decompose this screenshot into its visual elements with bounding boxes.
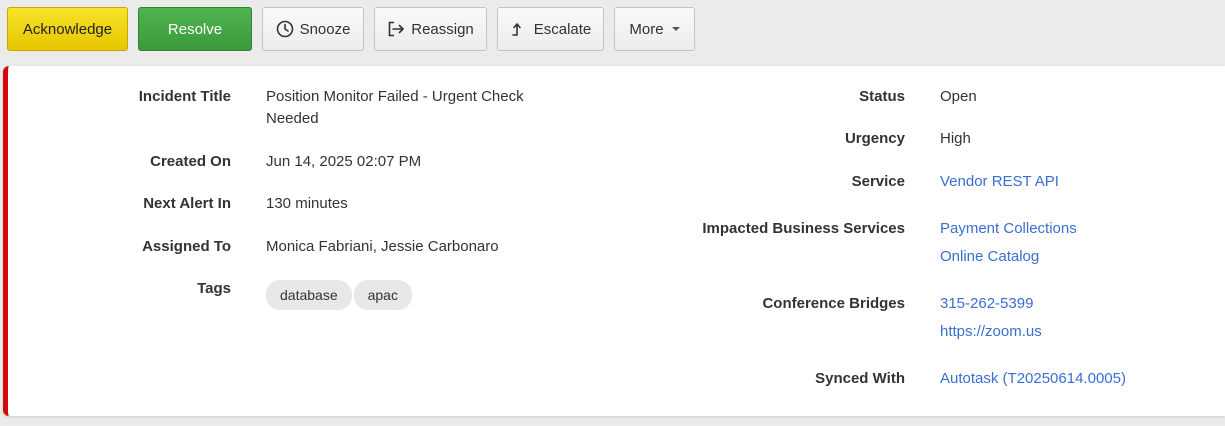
next-alert-value: 130 minutes (266, 195, 348, 212)
service-link[interactable]: Vendor REST API (940, 171, 1059, 193)
incident-details-panel: Incident Title Position Monitor Failed -… (3, 66, 1225, 416)
action-toolbar: Acknowledge Resolve Snooze Reassign Esca… (7, 7, 695, 51)
resolve-button[interactable]: Resolve (138, 7, 252, 51)
impacted-service-link[interactable]: Online Catalog (940, 246, 1039, 268)
tag-database[interactable]: database (266, 280, 352, 310)
synced-with-link[interactable]: Autotask (T20250614.0005) (940, 368, 1126, 390)
escalate-button[interactable]: Escalate (497, 7, 604, 51)
conference-bridge-phone-link[interactable]: 315-262-5399 (940, 293, 1033, 315)
status-label: Status (859, 88, 905, 105)
caret-down-icon (671, 27, 680, 31)
tags-list: database apac (266, 280, 414, 310)
urgency-label: Urgency (844, 130, 905, 147)
snooze-label: Snooze (299, 20, 351, 38)
created-on-label: Created On (150, 153, 231, 170)
assigned-to-value: Monica Fabriani, Jessie Carbonaro (266, 238, 499, 255)
service-label: Service (851, 173, 905, 190)
synced-with-label: Synced With (815, 370, 905, 387)
reassign-label: Reassign (411, 20, 474, 38)
acknowledge-button[interactable]: Acknowledge (7, 7, 128, 51)
reassign-arrow-icon (387, 20, 405, 38)
next-alert-label: Next Alert In (143, 195, 231, 212)
assigned-to-label: Assigned To (142, 238, 231, 255)
incident-title-label: Incident Title (138, 88, 231, 105)
snooze-button[interactable]: Snooze (262, 7, 364, 51)
created-on-value: Jun 14, 2025 02:07 PM (266, 153, 422, 170)
conference-bridges-label: Conference Bridges (762, 295, 905, 312)
conference-bridge-url-link[interactable]: https://zoom.us (940, 321, 1042, 343)
tag-apac[interactable]: apac (353, 280, 412, 310)
clock-icon (276, 20, 294, 38)
escalate-label: Escalate (533, 20, 592, 38)
impacted-services-label: Impacted Business Services (702, 220, 905, 237)
incident-title-value: Position Monitor Failed - Urgent Check N… (266, 88, 524, 127)
escalate-arrow-icon (510, 20, 528, 38)
status-value: Open (940, 88, 977, 105)
impacted-service-link[interactable]: Payment Collections (940, 218, 1077, 240)
more-dropdown-button[interactable]: More (614, 7, 695, 51)
tags-label: Tags (197, 280, 231, 297)
more-label: More (629, 20, 664, 38)
reassign-button[interactable]: Reassign (374, 7, 487, 51)
urgency-value: High (940, 130, 971, 147)
